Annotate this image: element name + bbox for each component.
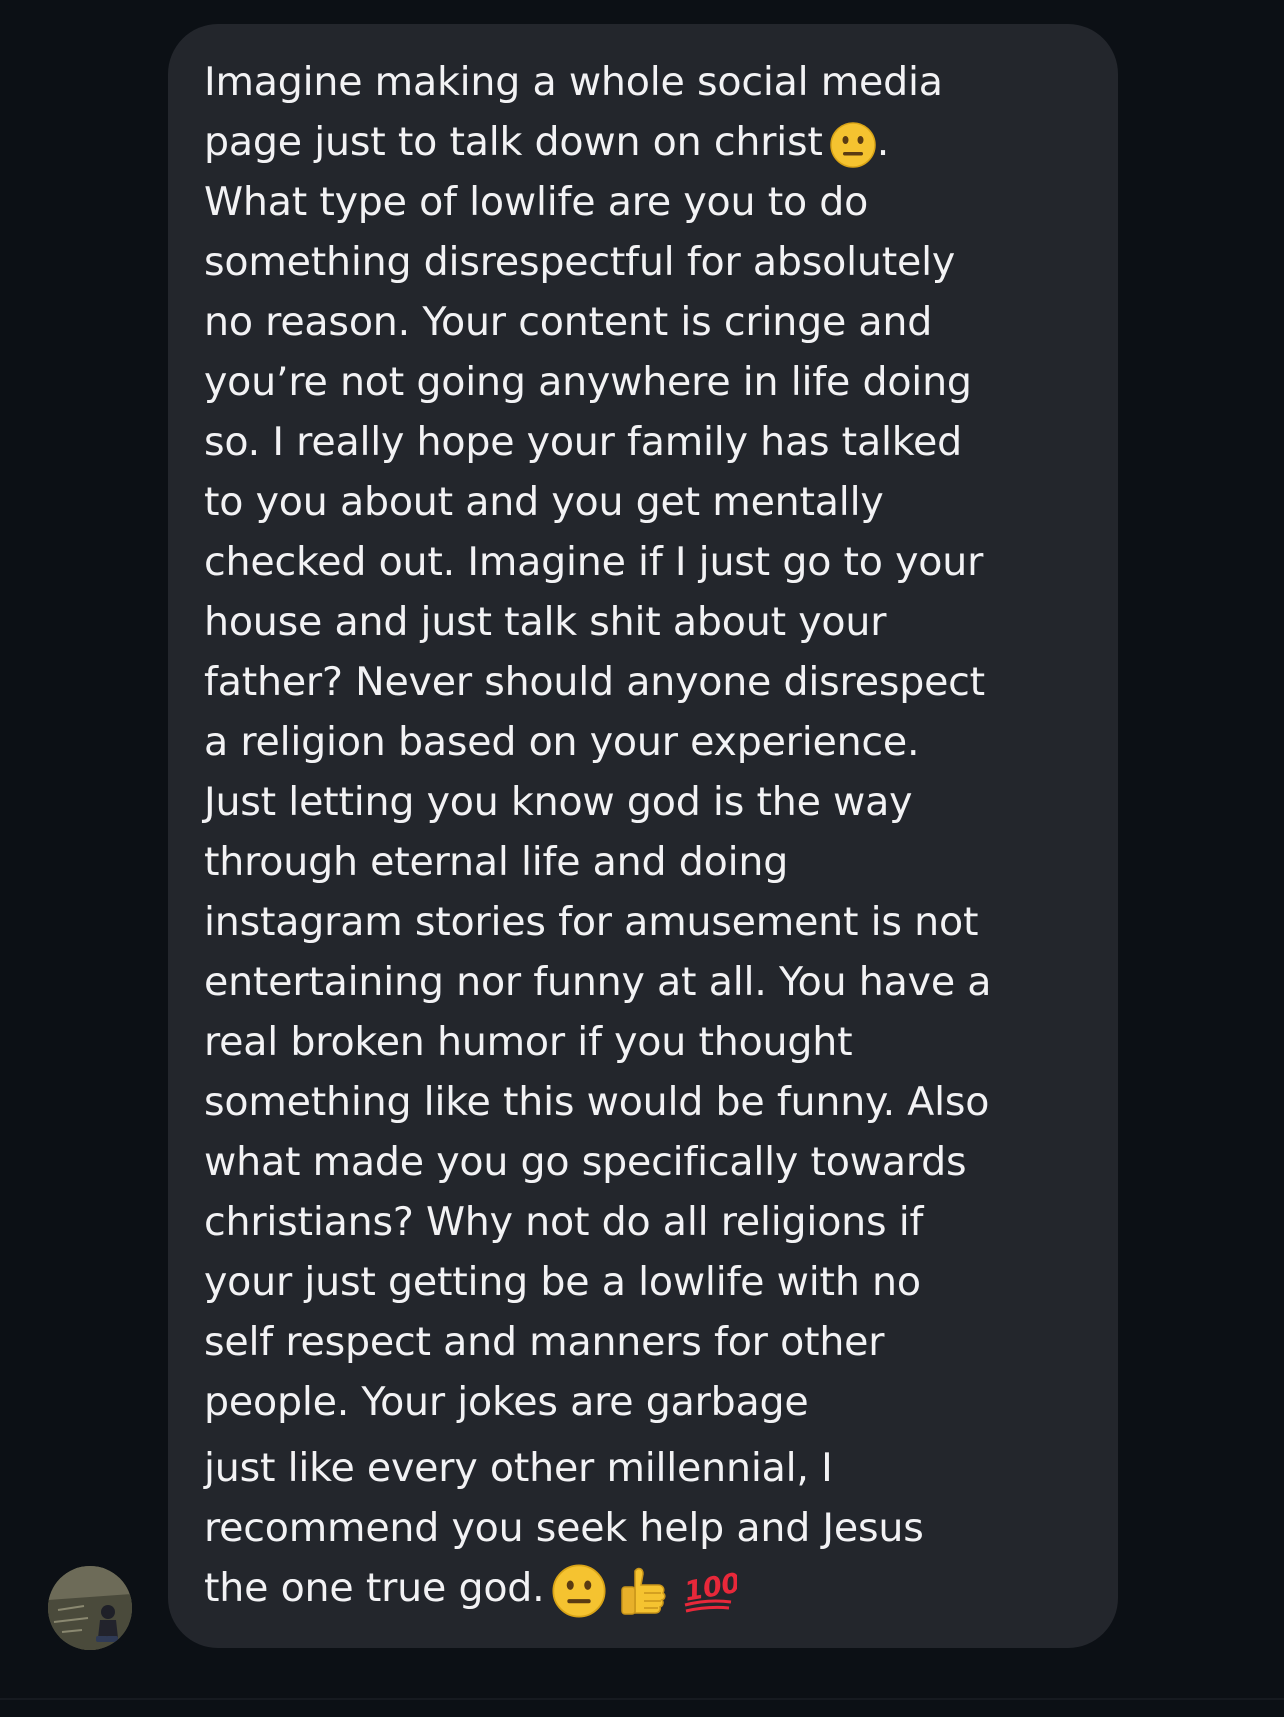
message-line: what made you go specifically towards	[204, 1139, 967, 1185]
message-line: something like this would be funny. Also	[204, 1079, 990, 1125]
message-line: your just getting be a lowlife with no	[204, 1259, 921, 1305]
message-line: to you about and you get mentally	[204, 479, 884, 525]
neutral-face-emoji-icon	[551, 1563, 607, 1619]
message-line: a religion based on your experience.	[204, 719, 920, 765]
message-line: real broken humor if you thought	[204, 1019, 853, 1065]
message-line: christians? Why not do all religions if	[204, 1199, 924, 1245]
message-line: people. Your jokes are garbage	[204, 1379, 809, 1425]
message-line: something disrespectful for absolutely	[204, 239, 956, 285]
message-line: the one true god. 100	[204, 1558, 1092, 1618]
bottom-divider	[0, 1698, 1284, 1700]
message-line-text: page just to talk down on christ	[204, 119, 823, 165]
message-bubble[interactable]: Imagine making a whole social media page…	[168, 24, 1118, 1648]
message-line: father? Never should anyone disrespect	[204, 659, 985, 705]
message-line: through eternal life and doing	[204, 839, 789, 885]
message-line-text: the one true god.	[204, 1565, 545, 1611]
message-line: Imagine making a whole social media	[204, 59, 943, 105]
message-line: entertaining nor funny at all. You have …	[204, 959, 992, 1005]
message-line: self respect and manners for other	[204, 1319, 885, 1365]
dm-thread: Imagine making a whole social media page…	[0, 0, 1284, 1717]
message-line: just like every other millennial, I	[204, 1445, 833, 1491]
message-line: instagram stories for amusement is not	[204, 899, 979, 945]
message-line: checked out. Imagine if I just go to you…	[204, 539, 984, 585]
thumbs-up-emoji-icon	[613, 1563, 673, 1619]
message-line: so. I really hope your family has talked	[204, 419, 962, 465]
message-line: you’re not going anywhere in life doing	[204, 359, 972, 405]
message-line: no reason. Your content is cringe and	[204, 299, 933, 345]
message-line: house and just talk shit about your	[204, 599, 887, 645]
message-line: page just to talk down on christ.	[204, 112, 1092, 172]
message-line: recommend you seek help and Jesus	[204, 1505, 924, 1551]
message-line: Just letting you know god is the way	[204, 779, 913, 825]
message-line: What type of lowlife are you to do	[204, 179, 869, 225]
neutral-face-emoji-icon	[829, 121, 877, 169]
message-line-suffix: .	[876, 119, 890, 165]
sender-avatar[interactable]	[48, 1566, 132, 1650]
hundred-points-emoji-icon: 100	[679, 1563, 737, 1619]
